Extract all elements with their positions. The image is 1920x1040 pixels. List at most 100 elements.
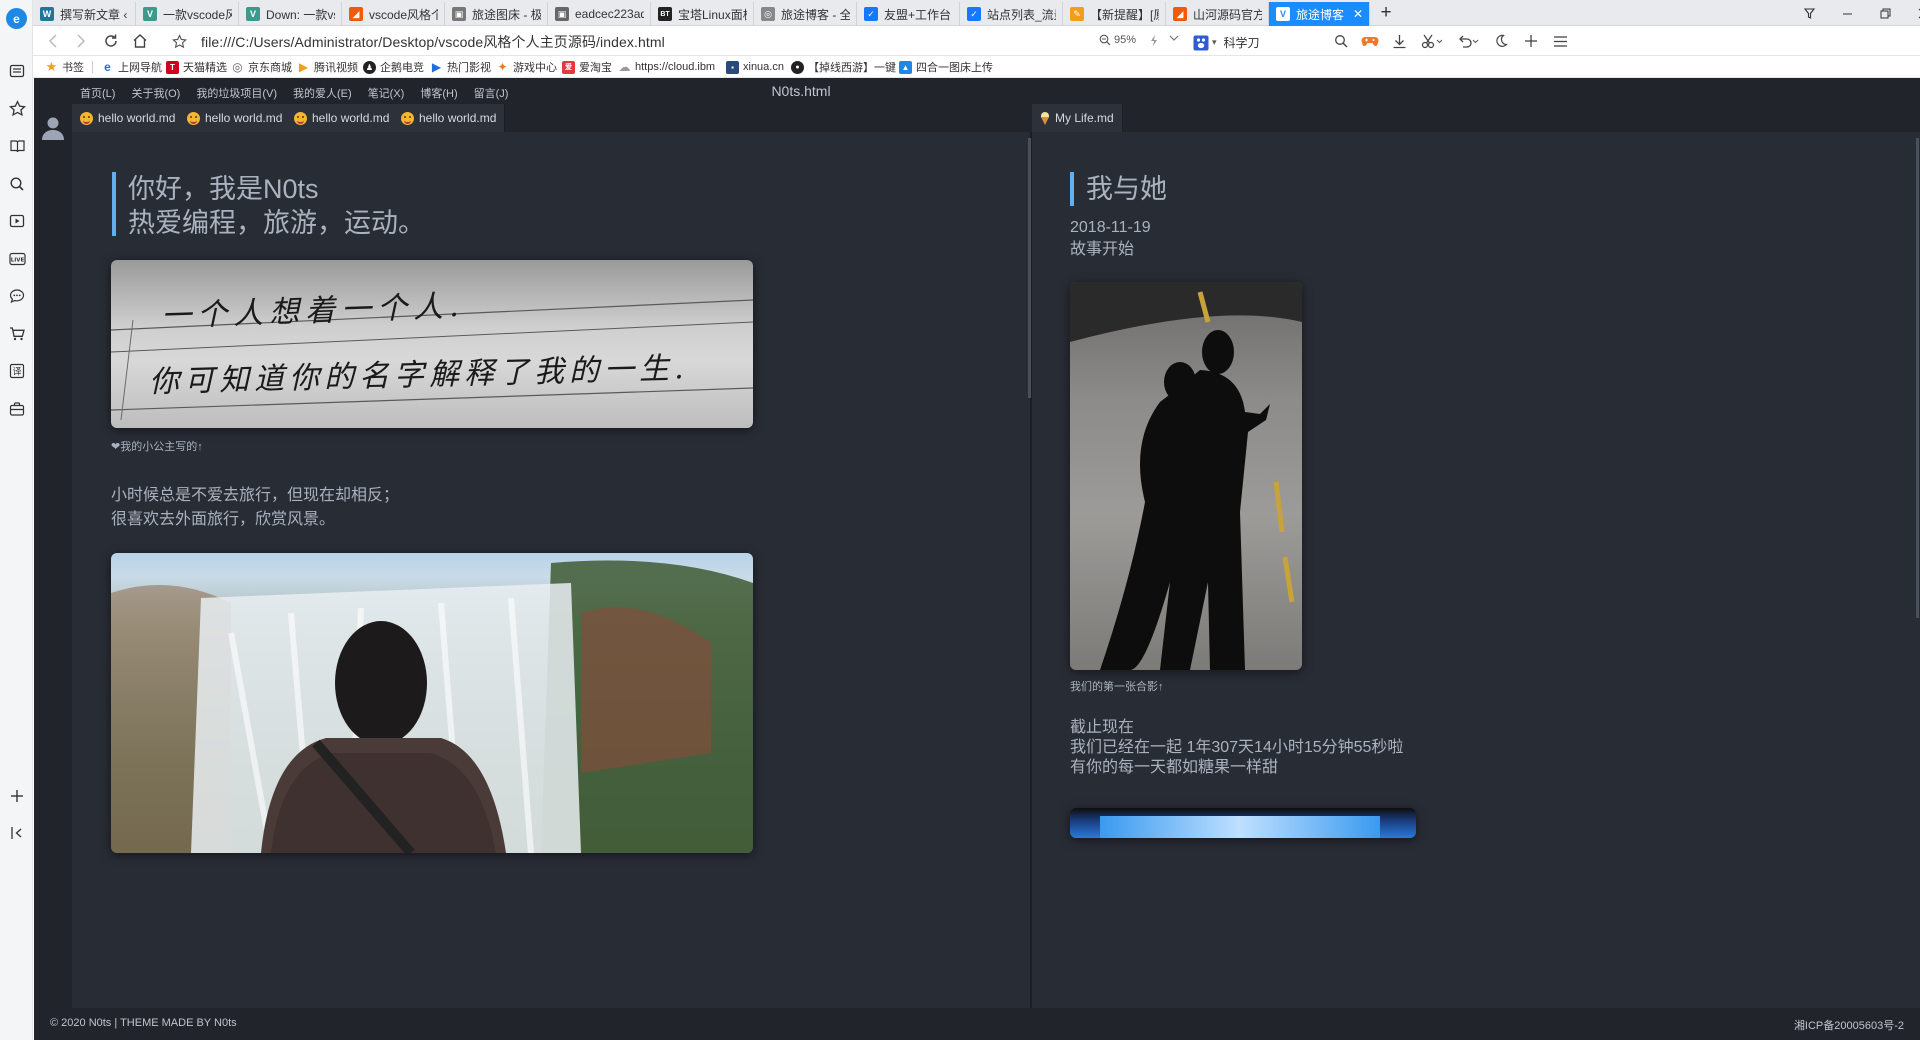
page-viewport: 首页(L) 关于我(O) 我的垃圾项目(V) 我的爱人(E) 笔记(X) 博客(…: [34, 78, 1920, 1040]
browser-tab[interactable]: ◎ 旅途博客 - 全站: [754, 2, 857, 26]
night-mode-icon[interactable]: [1489, 30, 1513, 52]
bookmark-label: 企鹅电竞: [380, 62, 424, 74]
image-host-favicon-icon: ▣: [452, 7, 466, 21]
browser-tab-active[interactable]: V 旅途博客 - w ✕: [1269, 2, 1370, 26]
photo-caption: 我们的第一张合影↑: [1070, 681, 1164, 693]
left-scrollbar[interactable]: [1028, 138, 1031, 398]
source-site-favicon-icon: ◢: [349, 7, 363, 21]
back-button[interactable]: [41, 30, 65, 52]
scissors-icon[interactable]: [1415, 30, 1449, 52]
tab-title: 一款vscode风格: [163, 7, 232, 22]
right-editor-pane: 我与她 2018-11-19 故事开始 我们的第一张合影↑ 截止现在 我们已经在…: [1032, 132, 1920, 1008]
browser-tab[interactable]: ◢ 山河源码官方仓: [1166, 2, 1269, 26]
browser-logo-icon[interactable]: e: [6, 8, 27, 29]
browser-tab[interactable]: ▣ eadcec223ad: [548, 2, 651, 26]
book-icon[interactable]: [8, 137, 26, 155]
site-icon: ▪: [726, 60, 739, 74]
bookmark-item[interactable]: ♟ 企鹅电竞: [363, 59, 424, 75]
editor-tab[interactable]: hello world.md: [286, 104, 399, 132]
browser-tab[interactable]: ▣ 旅途图床 - 极简: [445, 2, 548, 26]
bookmark-item[interactable]: ▶ 腾讯视频: [297, 59, 358, 75]
tab-list-icon[interactable]: [1791, 0, 1827, 26]
bookmark-item[interactable]: ★ 书签: [45, 59, 84, 75]
bookmark-item[interactable]: ▲ 四合一图床上传: [899, 59, 993, 75]
dropdown-caret-icon: ▾: [1212, 37, 1217, 47]
add-toolbar-icon[interactable]: [1519, 30, 1543, 52]
bookmark-item[interactable]: 爱爱淘宝: [562, 59, 612, 75]
browser-tab[interactable]: BT 宝塔Linux面板: [651, 2, 754, 26]
play-icon: ▶: [431, 60, 442, 74]
minimize-window-button[interactable]: [1829, 0, 1865, 26]
handwriting-image: 一个人想着一个人. 你可知道你的名字解释了我的一生.: [111, 260, 753, 428]
game-controller-icon[interactable]: [1358, 30, 1382, 52]
right-scrollbar[interactable]: [1916, 138, 1919, 618]
icp-record-link[interactable]: 湘ICP备20005603号-2: [1794, 1017, 1904, 1033]
user-avatar-icon[interactable]: [42, 116, 64, 140]
favorites-star-icon[interactable]: [8, 99, 26, 117]
browser-tab[interactable]: ◢ vscode风格个人: [342, 2, 445, 26]
smiley-icon: [187, 111, 200, 125]
editor-tab-right[interactable]: My Life.md: [1032, 104, 1123, 132]
close-window-button[interactable]: [1905, 0, 1920, 26]
collapse-sidebar-icon[interactable]: [8, 824, 26, 842]
undo-icon[interactable]: [1451, 30, 1485, 52]
browser-tab[interactable]: ✓ 站点列表_流量: [960, 2, 1063, 26]
browser-tab[interactable]: V 一款vscode风格: [136, 2, 239, 26]
tab-title: 宝塔Linux面板: [678, 7, 747, 22]
tab-title: 旅途博客 - 全站: [781, 7, 850, 22]
bookmark-label: 书签: [62, 62, 84, 74]
home-button[interactable]: [128, 30, 152, 52]
bookmark-item[interactable]: ● 【掉线西游】一键: [791, 59, 896, 75]
browser-tab[interactable]: W 撰写新文章 ‹ 旅: [33, 2, 136, 26]
forward-button[interactable]: [69, 30, 93, 52]
editor-tab[interactable]: hello world.md: [179, 104, 292, 132]
photo-highlight: [1100, 816, 1380, 838]
copyright-text: © 2020 N0ts | THEME MADE BY N0ts: [50, 1017, 237, 1029]
lightning-icon[interactable]: [1149, 34, 1159, 47]
tab-title: vscode风格个人: [369, 7, 438, 22]
close-tab-icon[interactable]: ✕: [1353, 7, 1363, 21]
tencent-video-icon: ▶: [298, 60, 309, 74]
bookmark-item[interactable]: ☁ https://cloud.ibm: [618, 59, 716, 75]
bookmark-item[interactable]: ✦ 游戏中心: [496, 59, 557, 75]
address-bar-input[interactable]: file:///C:/Users/Administrator/Desktop/v…: [201, 32, 665, 52]
add-icon[interactable]: [8, 787, 26, 805]
zoom-level: 95%: [1114, 34, 1137, 46]
bookmark-item[interactable]: ▶ 热门影视: [430, 59, 491, 75]
bookmark-item[interactable]: ▪ xinua.cn: [726, 59, 784, 75]
bookmark-item[interactable]: ◎ 京东商城: [231, 59, 292, 75]
new-tab-button[interactable]: +: [1373, 2, 1399, 24]
reader-icon[interactable]: [8, 62, 26, 80]
video-icon[interactable]: [8, 212, 26, 230]
editor-tab[interactable]: hello world.md: [393, 104, 506, 132]
smiley-icon: [294, 111, 307, 125]
bookmark-item[interactable]: T 天猫精选: [166, 59, 227, 75]
zoom-indicator[interactable]: 95%: [1099, 34, 1136, 46]
download-icon[interactable]: [1387, 30, 1411, 52]
search-engine-selector[interactable]: ▾ 科学刀: [1193, 34, 1260, 51]
counter-line-1: 截止现在: [1070, 719, 1135, 736]
bt-panel-favicon-icon: BT: [658, 7, 672, 21]
bookmark-item[interactable]: e 上网导航: [101, 59, 162, 75]
toolbar-search-icon[interactable]: [1329, 30, 1353, 52]
chat-icon[interactable]: [8, 287, 26, 305]
chevron-down-icon[interactable]: [1169, 34, 1179, 42]
briefcase-icon[interactable]: [8, 400, 26, 418]
main-menu-icon[interactable]: [1548, 30, 1572, 52]
bookmark-label: 天猫精选: [183, 62, 227, 74]
editor-tab[interactable]: hello world.md: [72, 104, 185, 132]
search-icon[interactable]: [8, 175, 26, 193]
reload-button[interactable]: [99, 30, 123, 52]
shadow-scene: [1070, 282, 1302, 670]
smiley-icon: [80, 111, 93, 125]
cart-icon[interactable]: [8, 325, 26, 343]
restore-window-button[interactable]: [1867, 0, 1903, 26]
browser-tab[interactable]: ✓ 友盟+工作台: [857, 2, 960, 26]
bookmark-star-icon[interactable]: [167, 30, 191, 52]
translate-icon[interactable]: 译: [8, 362, 26, 380]
source-site-favicon-icon: ◢: [1173, 7, 1187, 21]
browser-tab[interactable]: ✎ 【新提醒】[原: [1063, 2, 1166, 26]
browser-tab[interactable]: V Down: 一款vsc: [239, 2, 342, 26]
intro-line-1: 你好，我是N0ts: [128, 174, 319, 204]
live-icon[interactable]: LIVE: [8, 250, 26, 268]
